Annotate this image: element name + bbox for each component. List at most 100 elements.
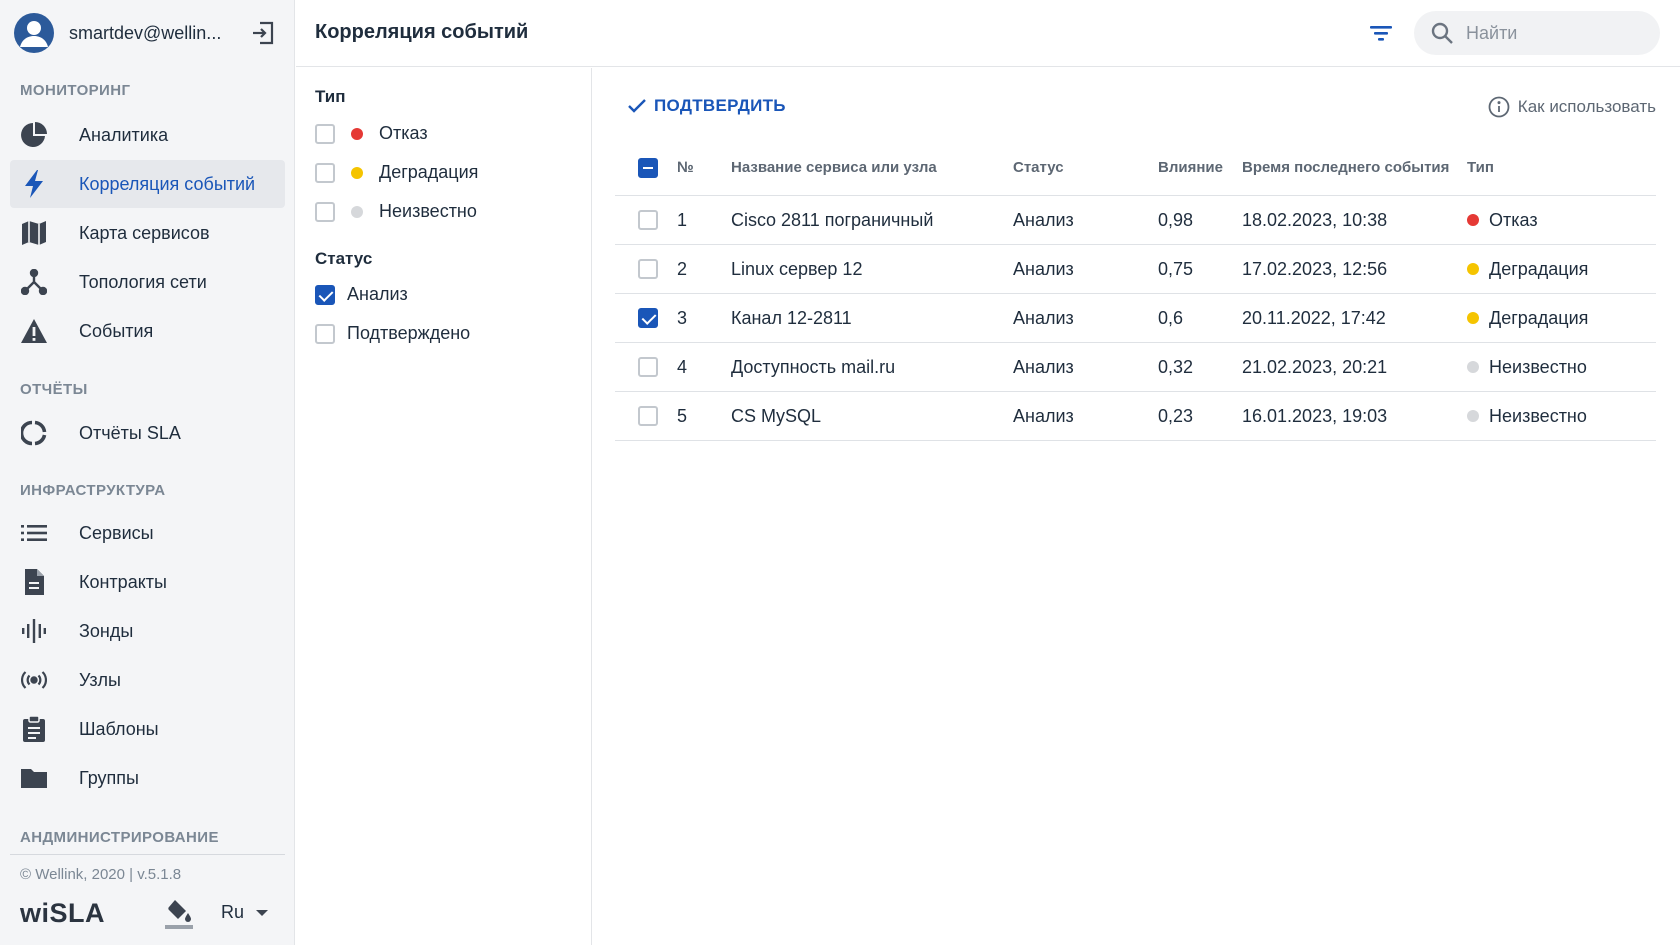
main-content: ПОДТВЕРДИТЬ Как использовать № Название … xyxy=(593,68,1680,945)
sidebar-item-probes[interactable]: Зонды xyxy=(10,607,285,655)
sidebar-item-groups[interactable]: Группы xyxy=(10,754,285,802)
checkbox[interactable] xyxy=(315,284,335,305)
sidebar-item-contracts[interactable]: Контракты xyxy=(10,558,285,606)
row-num: 4 xyxy=(677,356,688,377)
column-header-time[interactable]: Время последнего события xyxy=(1242,159,1467,176)
table-row[interactable]: 4 Доступность mail.ru Анализ 0,32 21.02.… xyxy=(615,343,1656,392)
table-header: № Название сервиса или узла Статус Влиян… xyxy=(615,140,1656,196)
sidebar-item-nodes[interactable]: Узлы xyxy=(10,656,285,704)
unknown-dot-icon xyxy=(1467,410,1479,422)
sidebar-item-service-map[interactable]: Карта сервисов xyxy=(10,209,285,257)
lightning-icon xyxy=(20,170,48,198)
column-header-status[interactable]: Статус xyxy=(1013,159,1158,176)
row-name: Cisco 2811 пограничный xyxy=(731,209,934,230)
sidebar-item-analytics[interactable]: Аналитика xyxy=(10,111,285,159)
section-title-administration[interactable]: АНДМИНИСТРИРОВАНИЕ xyxy=(20,829,219,846)
checkmark-icon xyxy=(628,99,646,113)
row-time: 17.02.2023, 12:56 xyxy=(1242,258,1388,279)
paint-bucket-icon[interactable] xyxy=(164,898,194,930)
table-row[interactable]: 5 CS MySQL Анализ 0,23 16.01.2023, 19:03… xyxy=(615,392,1656,441)
sidebar-item-event-correlation[interactable]: Корреляция событий xyxy=(10,160,285,208)
folder-icon xyxy=(20,764,48,792)
how-to-use-label: Как использовать xyxy=(1517,97,1656,116)
sidebar-item-network-topology[interactable]: Топология сети xyxy=(10,258,285,306)
row-time: 21.02.2023, 20:21 xyxy=(1242,356,1388,377)
sidebar: smartdev@wellin... МОНИТОРИНГ Аналитика … xyxy=(0,0,295,945)
row-checkbox[interactable] xyxy=(638,210,658,230)
row-impact: 0,6 xyxy=(1158,307,1184,328)
language-select[interactable]: Ru xyxy=(221,902,269,923)
row-time: 18.02.2023, 10:38 xyxy=(1242,209,1388,230)
row-checkbox[interactable] xyxy=(638,308,658,328)
confirm-button[interactable]: ПОДТВЕРДИТЬ xyxy=(628,96,786,116)
list-icon xyxy=(20,519,48,547)
filter-status-analysis[interactable]: Анализ xyxy=(315,284,408,305)
row-checkbox[interactable] xyxy=(638,357,658,377)
sidebar-item-sla-reports[interactable]: Отчёты SLA xyxy=(10,409,285,457)
filter-type-unknown[interactable]: Неизвестно xyxy=(315,201,477,222)
checkbox[interactable] xyxy=(315,201,335,222)
section-title-infrastructure: ИНФРАСТРУКТУРА xyxy=(20,482,166,499)
confirm-button-label: ПОДТВЕРДИТЬ xyxy=(654,96,786,115)
logout-icon[interactable] xyxy=(250,20,276,46)
table-row[interactable]: 1 Cisco 2811 пограничный Анализ 0,98 18.… xyxy=(615,196,1656,245)
wisla-logo: wiSLA xyxy=(20,898,106,928)
clipboard-icon xyxy=(20,715,48,743)
row-checkbox[interactable] xyxy=(638,259,658,279)
filter-option-label: Отказ xyxy=(379,123,428,143)
sla-ring-icon xyxy=(20,419,48,447)
unknown-dot-icon xyxy=(351,205,363,218)
column-header-impact[interactable]: Влияние xyxy=(1158,159,1242,176)
sidebar-item-events[interactable]: События xyxy=(10,307,285,355)
copyright: © Wellink, 2020 | v.5.1.8 xyxy=(20,866,182,883)
row-status: Анализ xyxy=(1013,209,1074,230)
failure-dot-icon xyxy=(351,127,363,140)
section-title-reports: ОТЧЁТЫ xyxy=(20,381,88,398)
page-title: Корреляция событий xyxy=(315,21,529,43)
unknown-dot-icon xyxy=(1467,361,1479,373)
table-row[interactable]: 2 Linux сервер 12 Анализ 0,75 17.02.2023… xyxy=(615,245,1656,294)
filter-icon[interactable] xyxy=(1366,18,1396,48)
search-input[interactable] xyxy=(1466,22,1646,44)
language-value: Ru xyxy=(221,902,245,922)
row-num: 3 xyxy=(677,307,688,328)
search-icon xyxy=(1430,21,1454,45)
warning-icon xyxy=(20,317,48,345)
row-time: 16.01.2023, 19:03 xyxy=(1242,405,1388,426)
failure-dot-icon xyxy=(1467,214,1479,226)
antenna-icon xyxy=(20,666,48,694)
sidebar-item-templates[interactable]: Шаблоны xyxy=(10,705,285,753)
row-name: Linux сервер 12 xyxy=(731,258,863,279)
checkbox[interactable] xyxy=(315,123,335,144)
how-to-use-link[interactable]: Как использовать xyxy=(1488,96,1656,118)
row-num: 1 xyxy=(677,209,688,230)
user-email: smartdev@wellin... xyxy=(69,22,222,43)
sidebar-item-services[interactable]: Сервисы xyxy=(10,509,285,557)
table-row[interactable]: 3 Канал 12-2811 Анализ 0,6 20.11.2022, 1… xyxy=(615,294,1656,343)
sidebar-item-label: Корреляция событий xyxy=(79,173,256,194)
select-all-checkbox[interactable] xyxy=(638,157,658,178)
checkbox[interactable] xyxy=(315,162,335,183)
row-type: Неизвестно xyxy=(1489,405,1587,426)
avatar-icon[interactable] xyxy=(14,13,54,53)
row-checkbox[interactable] xyxy=(638,406,658,426)
column-header-type[interactable]: Тип xyxy=(1467,159,1656,176)
sidebar-divider xyxy=(10,854,285,855)
filter-option-label: Подтверждено xyxy=(347,323,471,343)
user-profile: smartdev@wellin... xyxy=(14,12,276,54)
info-icon xyxy=(1488,96,1510,118)
document-icon xyxy=(20,568,48,596)
filter-status-confirmed[interactable]: Подтверждено xyxy=(315,323,470,344)
sidebar-item-label: Аналитика xyxy=(79,124,169,145)
row-type: Отказ xyxy=(1489,209,1538,230)
row-name: Доступность mail.ru xyxy=(731,356,896,377)
filter-type-degradation[interactable]: Деградация xyxy=(315,162,478,183)
sidebar-item-label: Контракты xyxy=(79,571,167,592)
filter-type-failure[interactable]: Отказ xyxy=(315,123,428,144)
filter-status-heading: Статус xyxy=(315,249,373,268)
filter-panel: Тип Отказ Деградация Неизвестно Статус А… xyxy=(296,68,592,945)
column-header-name[interactable]: Название сервиса или узла xyxy=(731,159,1013,176)
column-header-num[interactable]: № xyxy=(677,159,731,176)
checkbox[interactable] xyxy=(315,323,335,344)
sidebar-item-label: События xyxy=(79,320,154,341)
